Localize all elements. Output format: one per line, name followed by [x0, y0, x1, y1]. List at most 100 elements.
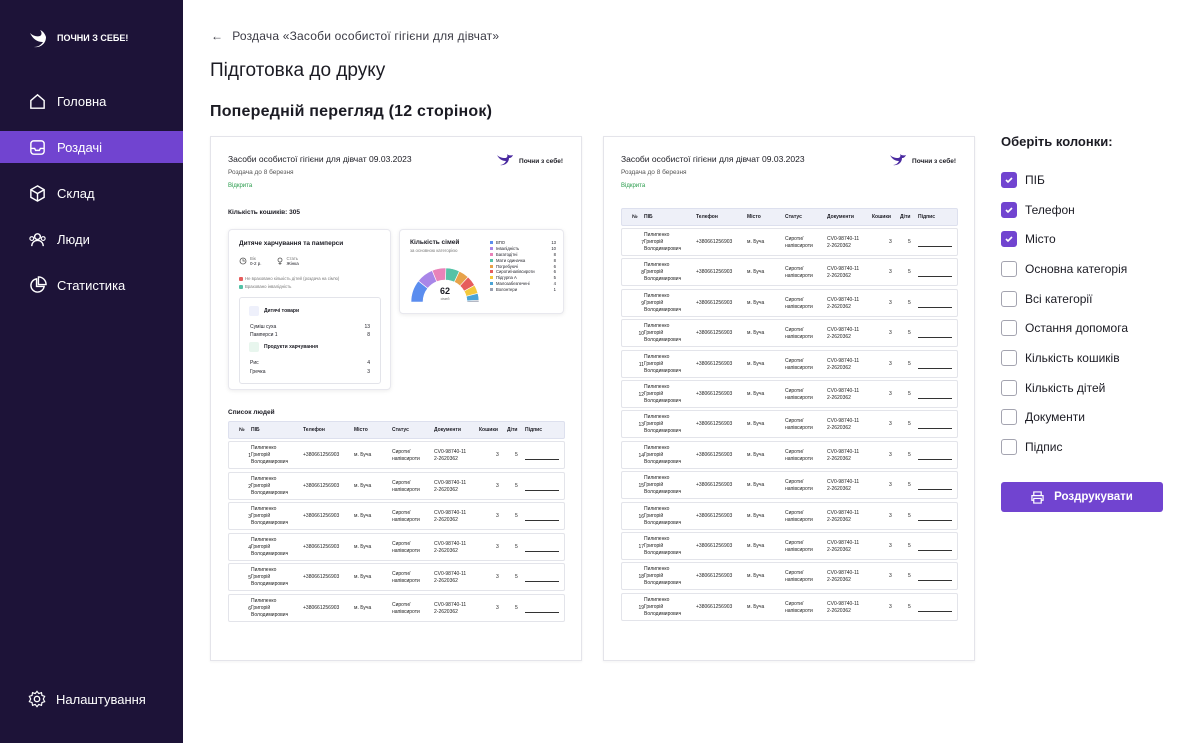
sidebar-item-distributions[interactable]: Роздачі	[0, 131, 183, 163]
row-baskets: 3	[889, 391, 892, 397]
row-number: 15	[638, 483, 644, 490]
row-kids: 5	[515, 452, 518, 458]
row-kids: 5	[908, 482, 911, 489]
row-city: м. Буча	[747, 360, 765, 367]
checkbox-checked[interactable]	[1001, 171, 1017, 188]
checkbox-checked[interactable]	[1001, 201, 1017, 218]
breadcrumb[interactable]: ← Роздача «Засоби особистої гігієни для …	[211, 29, 499, 43]
row-city: м. Буча	[747, 451, 765, 458]
row-baskets: 3	[889, 543, 892, 549]
row-city: м. Буча	[747, 512, 765, 519]
main-content: ← Роздача «Засоби особистої гігієни для …	[183, 0, 1192, 743]
row-number: 16	[638, 513, 644, 520]
checkbox[interactable]	[1001, 349, 1017, 366]
row-city: м. Буча	[747, 299, 765, 306]
column-option[interactable]: Кількість дітей	[1001, 373, 1166, 403]
column-option[interactable]: ПІБ	[1001, 165, 1166, 195]
legend-label: Погребуючі	[496, 263, 519, 269]
checkbox-checked[interactable]	[1001, 231, 1017, 248]
column-option[interactable]: Місто	[1001, 224, 1166, 254]
row-kids: 5	[515, 605, 518, 611]
row-kids: 5	[515, 574, 518, 581]
signature-line	[918, 519, 952, 521]
column-option[interactable]: Телефон	[1001, 195, 1166, 225]
row-document: CV0-98740-11	[827, 357, 860, 364]
row-name: Григорій	[644, 603, 664, 610]
checkbox[interactable]	[1001, 379, 1017, 396]
row-name: Пилипенко	[644, 323, 670, 330]
checkbox[interactable]	[1001, 290, 1017, 307]
sidebar-item-people[interactable]: Люди	[0, 223, 183, 255]
column-option-label: Основна категорія	[1025, 261, 1128, 276]
row-name: Пилипенко	[644, 505, 670, 512]
donut-legend: ВПО 13 Інвалідність 10 Багатодітні 8 Мати один…	[490, 240, 556, 292]
legend-label: Волонтери	[496, 286, 518, 292]
breadcrumb-text[interactable]: Роздача «Засоби особистої гігієни для ді…	[232, 29, 499, 43]
legend-value: 10	[551, 246, 556, 252]
bird-logo-icon	[890, 154, 907, 166]
row-name: Пилипенко	[644, 232, 670, 238]
logo[interactable]: ПОЧНИ З СЕБЕ!	[27, 27, 128, 49]
checkbox[interactable]	[1001, 409, 1017, 426]
row-name: Григорій	[644, 451, 664, 458]
column-option[interactable]: Документи	[1001, 403, 1166, 433]
row-phone: +380661256903	[696, 330, 733, 337]
checkmark-icon	[1005, 177, 1013, 183]
sidebar-item-warehouse[interactable]: Склад	[0, 177, 183, 209]
check-icon	[239, 284, 243, 289]
sidebar-item-settings[interactable]: Налаштування	[28, 690, 146, 708]
row-document: CV0-98740-11	[827, 296, 860, 303]
column-header: Статус	[785, 214, 802, 220]
print-button[interactable]: Роздрукувати	[1001, 482, 1163, 512]
row-name: Григорій	[644, 482, 664, 489]
column-option[interactable]: Кількість кошиків	[1001, 343, 1166, 373]
column-option[interactable]: Всі категорії	[1001, 284, 1166, 314]
row-number: 4	[248, 544, 251, 551]
sidebar-item-statistics[interactable]: Статистика	[0, 269, 183, 301]
table-row: 4 Пилипенко Григорій Володимирович +38066125…	[228, 532, 565, 561]
sidebar-item-label: Склад	[57, 185, 95, 201]
column-option[interactable]: Підпис	[1001, 432, 1166, 462]
row-status: Сироти/	[785, 357, 804, 364]
signature-line	[918, 489, 952, 491]
row-document: 2-2620362	[827, 455, 851, 462]
row-city: м. Буча	[747, 269, 765, 276]
doc-status: Відкрита	[228, 183, 253, 189]
row-name: Володимирович	[644, 519, 682, 526]
checkbox[interactable]	[1001, 320, 1017, 337]
pie-chart-icon	[30, 275, 47, 293]
card-filters: Вік 0-2 р. Стать Жінка	[239, 256, 299, 266]
row-status: напівсироти	[392, 486, 420, 493]
signature-line	[525, 489, 559, 491]
home-icon	[30, 93, 45, 109]
logo-text: ПОЧНИ З СЕБЕ!	[57, 33, 129, 43]
preview-title: Попередній перегляд (12 сторінок)	[210, 103, 493, 120]
row-phone: +380661256903	[696, 421, 733, 428]
back-arrow-icon[interactable]: ←	[211, 29, 223, 43]
column-header: Телефон	[303, 427, 325, 433]
checkbox[interactable]	[1001, 260, 1017, 277]
legend-label: Інвалідність	[496, 246, 520, 252]
sidebar-item-home[interactable]: Головна	[0, 85, 183, 117]
row-number: 11	[638, 361, 644, 368]
legend-value: 1	[553, 286, 556, 292]
legend-value: 6	[553, 263, 556, 269]
column-option[interactable]: Основна категорія	[1001, 254, 1166, 284]
row-status: Сироти/	[785, 296, 804, 303]
doc-date: Роздача до 8 березня	[228, 169, 294, 176]
table-header: № ПІБ Телефон Місто Статус Документи Кошики Діт…	[621, 208, 958, 226]
columns-panel: Оберіть колонки: ПІБ Телефон Місто Основна …	[1001, 134, 1166, 462]
row-status: Сироти/	[785, 479, 804, 486]
print-button-label: Роздрукувати	[1054, 491, 1133, 503]
checkbox[interactable]	[1001, 439, 1017, 456]
row-baskets: 3	[889, 451, 892, 458]
column-header: Статус	[392, 427, 409, 433]
column-option[interactable]: Остання допомога	[1001, 313, 1166, 343]
row-phone: +380661256903	[303, 513, 340, 520]
signature-line	[525, 612, 559, 613]
row-name: Пилипенко	[251, 506, 277, 513]
row-status: напівсироти	[785, 425, 813, 432]
row-document: CV0-98740-11	[827, 448, 860, 455]
row-kids: 5	[515, 543, 518, 550]
row-status: напівсироти	[785, 516, 813, 523]
